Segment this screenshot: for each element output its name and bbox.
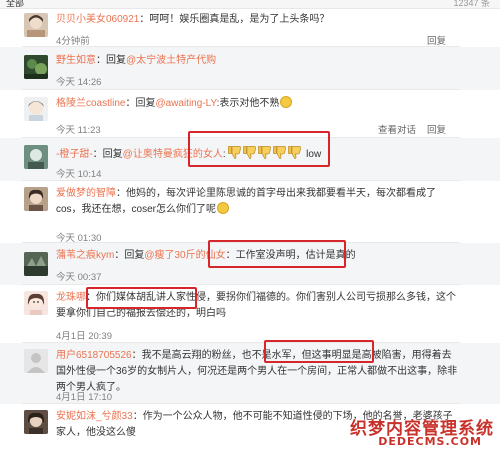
mention-link[interactable]: @让奥特曼疯狂的女人 bbox=[123, 149, 223, 160]
comment-text: :表示对他不熟 bbox=[216, 98, 280, 109]
comment-time: 今天 00:37 bbox=[56, 272, 102, 283]
laugh-emoji-icon bbox=[280, 96, 293, 108]
comment-item: 贝贝小美女060921：呵呵！娱乐圈真是乱，是为了上头条吗？ 4分钟前 回复 bbox=[0, 9, 500, 47]
watermark-url: DEDECMS.COM bbox=[378, 435, 482, 448]
comment-time: 今天 14:26 bbox=[56, 77, 102, 88]
username-link[interactable]: -橙子甜- bbox=[56, 149, 93, 160]
comment-time: 今天 11:23 bbox=[56, 125, 101, 136]
comment-item: 格陵兰coastline：回复@awaiting-LY:表示对他不熟 今天 11… bbox=[0, 90, 500, 138]
thumbs-down-icon bbox=[273, 146, 287, 159]
username-link[interactable]: 龙珠哪 bbox=[56, 292, 86, 303]
comment-item: 野生如意：回复@太宁波土特产代购 今天 14:26 bbox=[0, 47, 500, 90]
mention-link[interactable]: @awaiting-LY bbox=[155, 98, 216, 109]
comment-item: 爱做梦的智障：他妈的，每次评论里陈思诚的首字母出来我都要看半天，每次都看成了co… bbox=[0, 181, 500, 244]
comment-time: 今天 10:14 bbox=[56, 169, 102, 180]
avatar[interactable] bbox=[24, 13, 48, 37]
comment-text: low bbox=[306, 149, 322, 160]
comment-count: 12347 条 bbox=[453, 0, 490, 8]
view-conversation-button[interactable]: 查看对话 bbox=[378, 122, 416, 136]
comment-item: 用户6518705526：我不是高云翔的粉丝，也不是水军，但这事明显是高被陷害，… bbox=[0, 343, 500, 404]
comment-item: 蒲苇之痕kym：回复@瘦了30斤的仙女：工作室没声明，估计是真的 今天 00:3… bbox=[0, 243, 500, 285]
avatar[interactable] bbox=[24, 410, 48, 434]
username-link[interactable]: 贝贝小美女060921 bbox=[56, 14, 139, 25]
username-link[interactable]: 格陵兰coastline bbox=[56, 98, 125, 109]
comment-text: ：工作室没声明，估计是真的 bbox=[225, 250, 356, 261]
tab-all[interactable]: 全部 bbox=[6, 0, 24, 8]
avatar[interactable] bbox=[24, 97, 48, 121]
comment-text: 呵呵！娱乐圈真是乱，是为了上头条吗？ bbox=[149, 14, 330, 25]
mention-link[interactable]: @太宁波土特产代购 bbox=[126, 55, 216, 66]
thumbs-down-icon bbox=[228, 146, 242, 159]
avatar[interactable] bbox=[24, 291, 48, 315]
username-link[interactable]: 安妮如沫_兮颜33 bbox=[56, 411, 133, 422]
laugh-emoji-icon bbox=[217, 202, 230, 214]
avatar[interactable] bbox=[24, 55, 48, 79]
username-link[interactable]: 爱做梦的智障 bbox=[56, 188, 116, 199]
username-link[interactable]: 用户6518705526 bbox=[56, 350, 132, 361]
thumbs-down-icon bbox=[288, 146, 302, 159]
comment-time: 4分钟前 bbox=[56, 36, 90, 47]
reply-button[interactable]: 回复 bbox=[427, 33, 446, 47]
comment-header: 全部 12347 条 bbox=[0, 0, 500, 9]
username-link[interactable]: 野生如意 bbox=[56, 55, 96, 66]
thumbs-down-icon bbox=[258, 146, 272, 159]
thumbs-down-icon bbox=[243, 146, 257, 159]
comment-item: 龙珠哪：你们媒体胡乱讲人家性侵，要拐你们福德的。你们害别人公司亏损那么多钱，这个… bbox=[0, 285, 500, 343]
comment-time: 4月1日 17:10 bbox=[56, 392, 112, 403]
comment-time: 4月1日 20:39 bbox=[56, 331, 112, 342]
username-link[interactable]: 蒲苇之痕kym bbox=[56, 250, 114, 261]
comment-text: 你们媒体胡乱讲人家性侵，要拐你们福德的。你们害别人公司亏损那么多钱，这个要拿你们… bbox=[56, 292, 456, 319]
comment-item: -橙子甜-：回复@让奥特曼疯狂的女人: low 今天 10:14 bbox=[0, 138, 500, 181]
avatar[interactable] bbox=[24, 349, 48, 373]
avatar[interactable] bbox=[24, 145, 48, 169]
avatar[interactable] bbox=[24, 252, 48, 276]
avatar[interactable] bbox=[24, 187, 48, 211]
mention-link[interactable]: @瘦了30斤的仙女 bbox=[144, 250, 225, 261]
thumbs-down-group bbox=[228, 146, 303, 160]
reply-button[interactable]: 回复 bbox=[427, 122, 446, 136]
